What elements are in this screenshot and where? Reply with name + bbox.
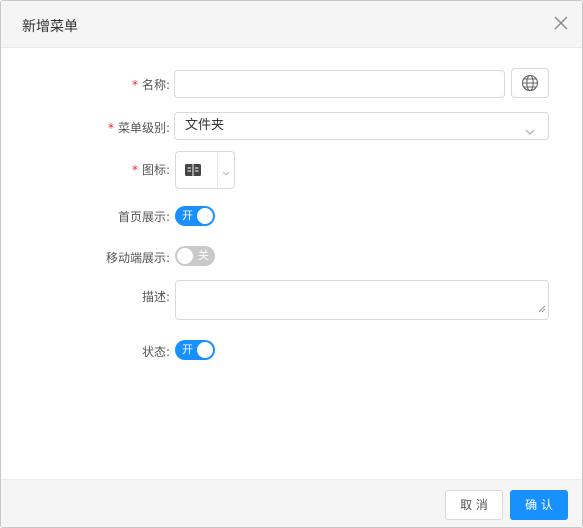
mobile-display-label: 移动端展示: — [105, 251, 170, 265]
chevron-down-icon — [524, 121, 536, 147]
switch-state-text: 开 — [182, 343, 193, 356]
description-label: 描述: — [141, 290, 170, 304]
switch-knob — [177, 248, 193, 264]
required-mark: * — [131, 163, 138, 177]
dialog-header: 新增菜单 — [1, 1, 582, 48]
homepage-display-switch[interactable]: 开 — [175, 206, 215, 226]
menu-level-value: 文件夹 — [185, 118, 225, 133]
icon-picker[interactable] — [175, 151, 235, 189]
status-label: 状态: — [141, 345, 170, 359]
close-icon[interactable] — [552, 14, 570, 32]
status-switch[interactable]: 开 — [175, 340, 215, 360]
homepage-display-label: 首页展示: — [117, 210, 170, 224]
required-mark: * — [131, 78, 138, 92]
divider — [217, 152, 218, 188]
chevron-down-icon[interactable] — [221, 164, 231, 183]
description-textarea[interactable] — [175, 280, 549, 320]
name-label: * 名称: — [131, 78, 170, 92]
dialog-footer: 取 消 确 认 — [1, 479, 582, 527]
menu-level-label: * 菜单级别: — [107, 121, 170, 135]
menu-level-select[interactable]: 文件夹 — [174, 112, 549, 140]
switch-knob — [197, 342, 213, 358]
cancel-button[interactable]: 取 消 — [445, 490, 503, 520]
icon-label: * 图标: — [131, 163, 170, 177]
globe-icon[interactable] — [511, 68, 549, 98]
add-menu-dialog: 新增菜单 * 名称: * 菜单级别: 文件夹 * 图标: 首页展示: 开 移动端… — [0, 0, 583, 528]
switch-state-text: 关 — [198, 249, 209, 262]
book-icon — [184, 162, 202, 182]
dialog-title: 新增菜单 — [22, 19, 78, 35]
required-mark: * — [107, 121, 114, 135]
name-input[interactable] — [174, 70, 505, 98]
mobile-display-switch[interactable]: 关 — [175, 246, 215, 266]
switch-knob — [197, 208, 213, 224]
resize-grip-icon[interactable] — [538, 298, 546, 317]
switch-state-text: 开 — [182, 209, 193, 222]
confirm-button[interactable]: 确 认 — [510, 490, 568, 520]
